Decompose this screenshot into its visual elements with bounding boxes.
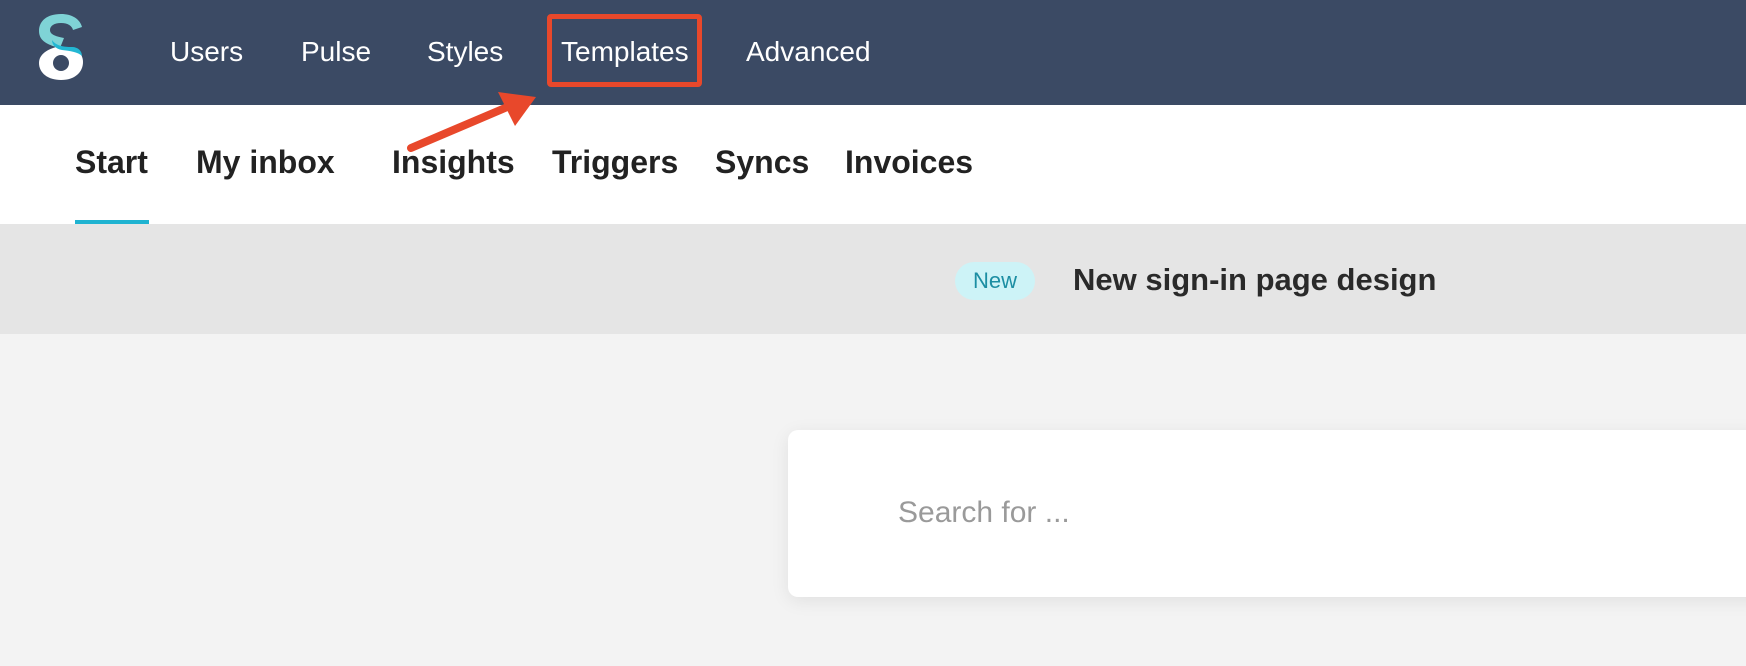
- annotation-arrow-icon: [407, 92, 536, 152]
- tab-start[interactable]: Start: [75, 140, 148, 184]
- search-card: [788, 430, 1746, 597]
- topnav-item-users[interactable]: Users: [170, 30, 243, 74]
- topnav-item-templates[interactable]: Templates: [561, 30, 689, 74]
- banner-title[interactable]: New sign-in page design: [1073, 258, 1436, 302]
- top-navbar: Users Pulse Styles Templates Advanced: [0, 0, 1746, 105]
- tab-syncs[interactable]: Syncs: [715, 140, 809, 184]
- tab-triggers[interactable]: Triggers: [552, 140, 678, 184]
- tab-invoices[interactable]: Invoices: [845, 140, 973, 184]
- new-badge: New: [955, 262, 1035, 300]
- topnav-item-styles[interactable]: Styles: [427, 30, 503, 74]
- brand-s-logo-icon[interactable]: [34, 10, 88, 82]
- topnav-item-pulse[interactable]: Pulse: [301, 30, 371, 74]
- tab-my-inbox[interactable]: My inbox: [196, 140, 335, 184]
- announcement-banner: New New sign-in page design: [0, 224, 1746, 334]
- sub-navbar: Start My inbox Insights Triggers Syncs I…: [0, 105, 1746, 224]
- search-input[interactable]: [898, 488, 1698, 538]
- topnav-item-advanced[interactable]: Advanced: [746, 30, 871, 74]
